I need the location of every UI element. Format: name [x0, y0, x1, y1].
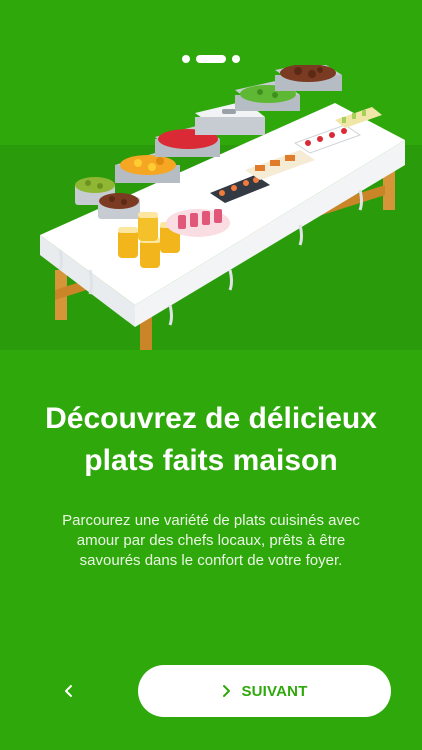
page-indicator	[0, 55, 422, 63]
onboarding-screen: Découvrez de délicieux plats faits maiso…	[0, 0, 422, 750]
next-button-label: SUIVANT	[241, 682, 308, 700]
buffet-table-illustration	[40, 65, 405, 350]
title-line-2: plats faits maison	[84, 444, 338, 477]
page-dot	[182, 55, 190, 63]
page-dot-active	[196, 55, 226, 63]
back-button[interactable]	[52, 678, 86, 704]
page-description: Parcourez une variété de plats cuisinés …	[62, 512, 360, 569]
title-line-1: Découvrez de délicieux	[45, 402, 377, 435]
next-button[interactable]: SUIVANT	[138, 665, 391, 717]
chevron-right-icon	[223, 685, 231, 697]
page-title: Découvrez de délicieux plats faits maiso…	[20, 398, 402, 482]
page-dot	[232, 55, 240, 63]
chevron-left-icon	[65, 685, 72, 697]
